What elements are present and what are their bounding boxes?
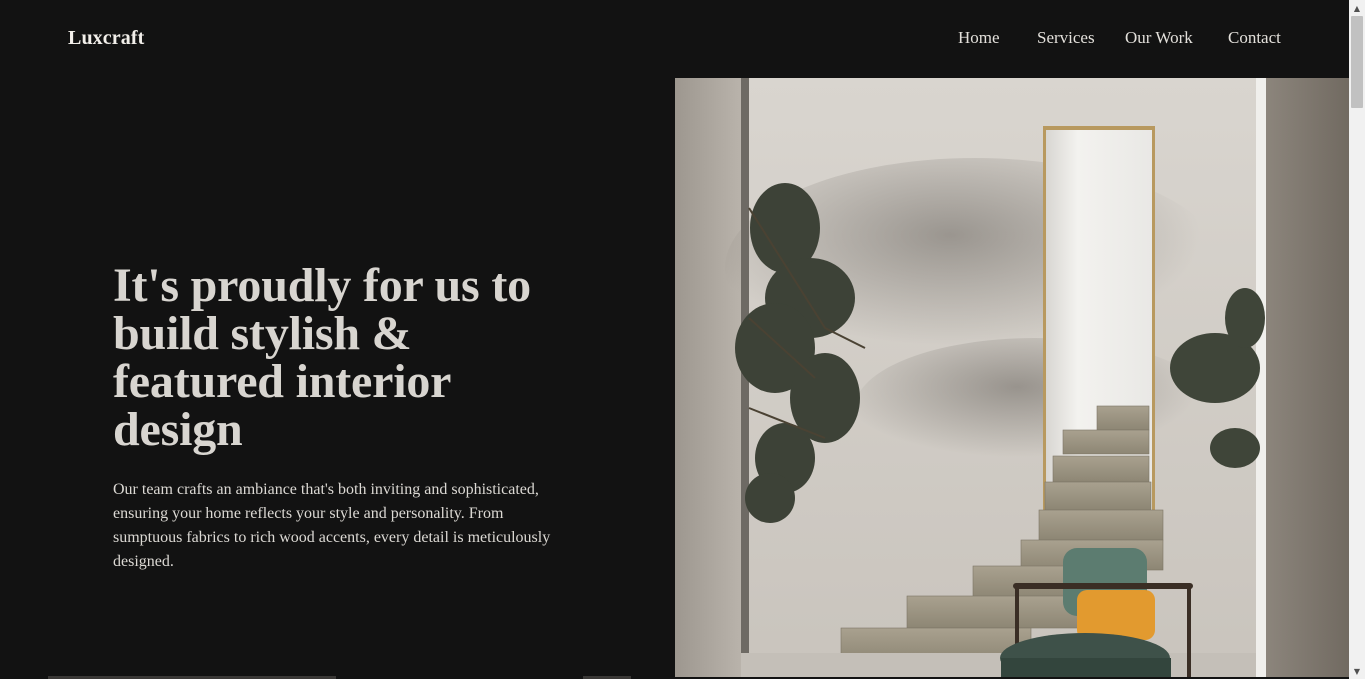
main-nav: Home Services Our Work Contact	[0, 28, 1349, 50]
hero-description: Our team crafts an ambiance that's both …	[113, 481, 551, 570]
scroll-up-arrow-icon[interactable]: ▲	[1349, 0, 1365, 16]
hero-image	[675, 78, 1349, 677]
hero-headline: It's proudly for us to build stylish & f…	[113, 259, 531, 456]
nav-link-home[interactable]: Home	[958, 28, 1000, 48]
nav-link-contact[interactable]: Contact	[1228, 28, 1281, 48]
site-header: Luxcraft Home Services Our Work Contact	[0, 0, 1349, 78]
nav-link-services[interactable]: Services	[1037, 28, 1095, 48]
scroll-down-arrow-icon[interactable]: ▼	[1349, 663, 1365, 679]
nav-link-our-work[interactable]: Our Work	[1125, 28, 1193, 48]
scrollbar-thumb[interactable]	[1351, 16, 1363, 108]
page-scrollbar[interactable]: ▲ ▼	[1349, 0, 1365, 679]
